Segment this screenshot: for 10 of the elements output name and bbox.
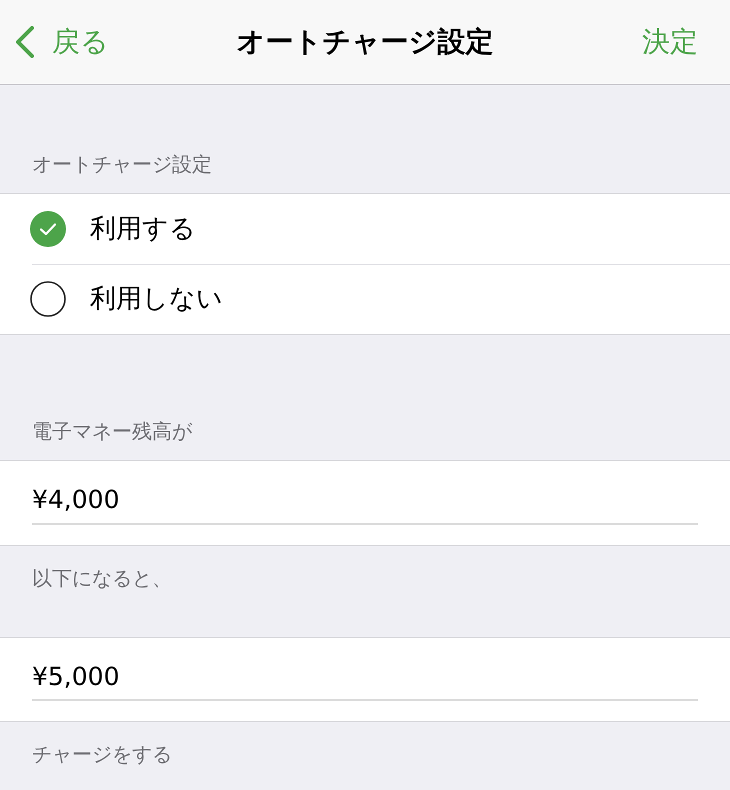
section-header: オートチャージ設定 <box>31 151 213 178</box>
amount-field[interactable]: ¥4,000 <box>0 460 730 546</box>
section-footer: 以下になると、 <box>0 546 730 592</box>
screen-title: オートチャージ設定 <box>236 24 494 60</box>
radio-option[interactable]: 利用する <box>0 194 730 264</box>
radio-option[interactable]: 利用しない <box>0 264 730 334</box>
section-header: 電子マネー残高が <box>31 418 194 445</box>
section-footer: チャージをする <box>0 722 730 768</box>
amount-field[interactable]: ¥5,000 <box>0 636 730 722</box>
back-chevron-icon <box>14 25 36 59</box>
